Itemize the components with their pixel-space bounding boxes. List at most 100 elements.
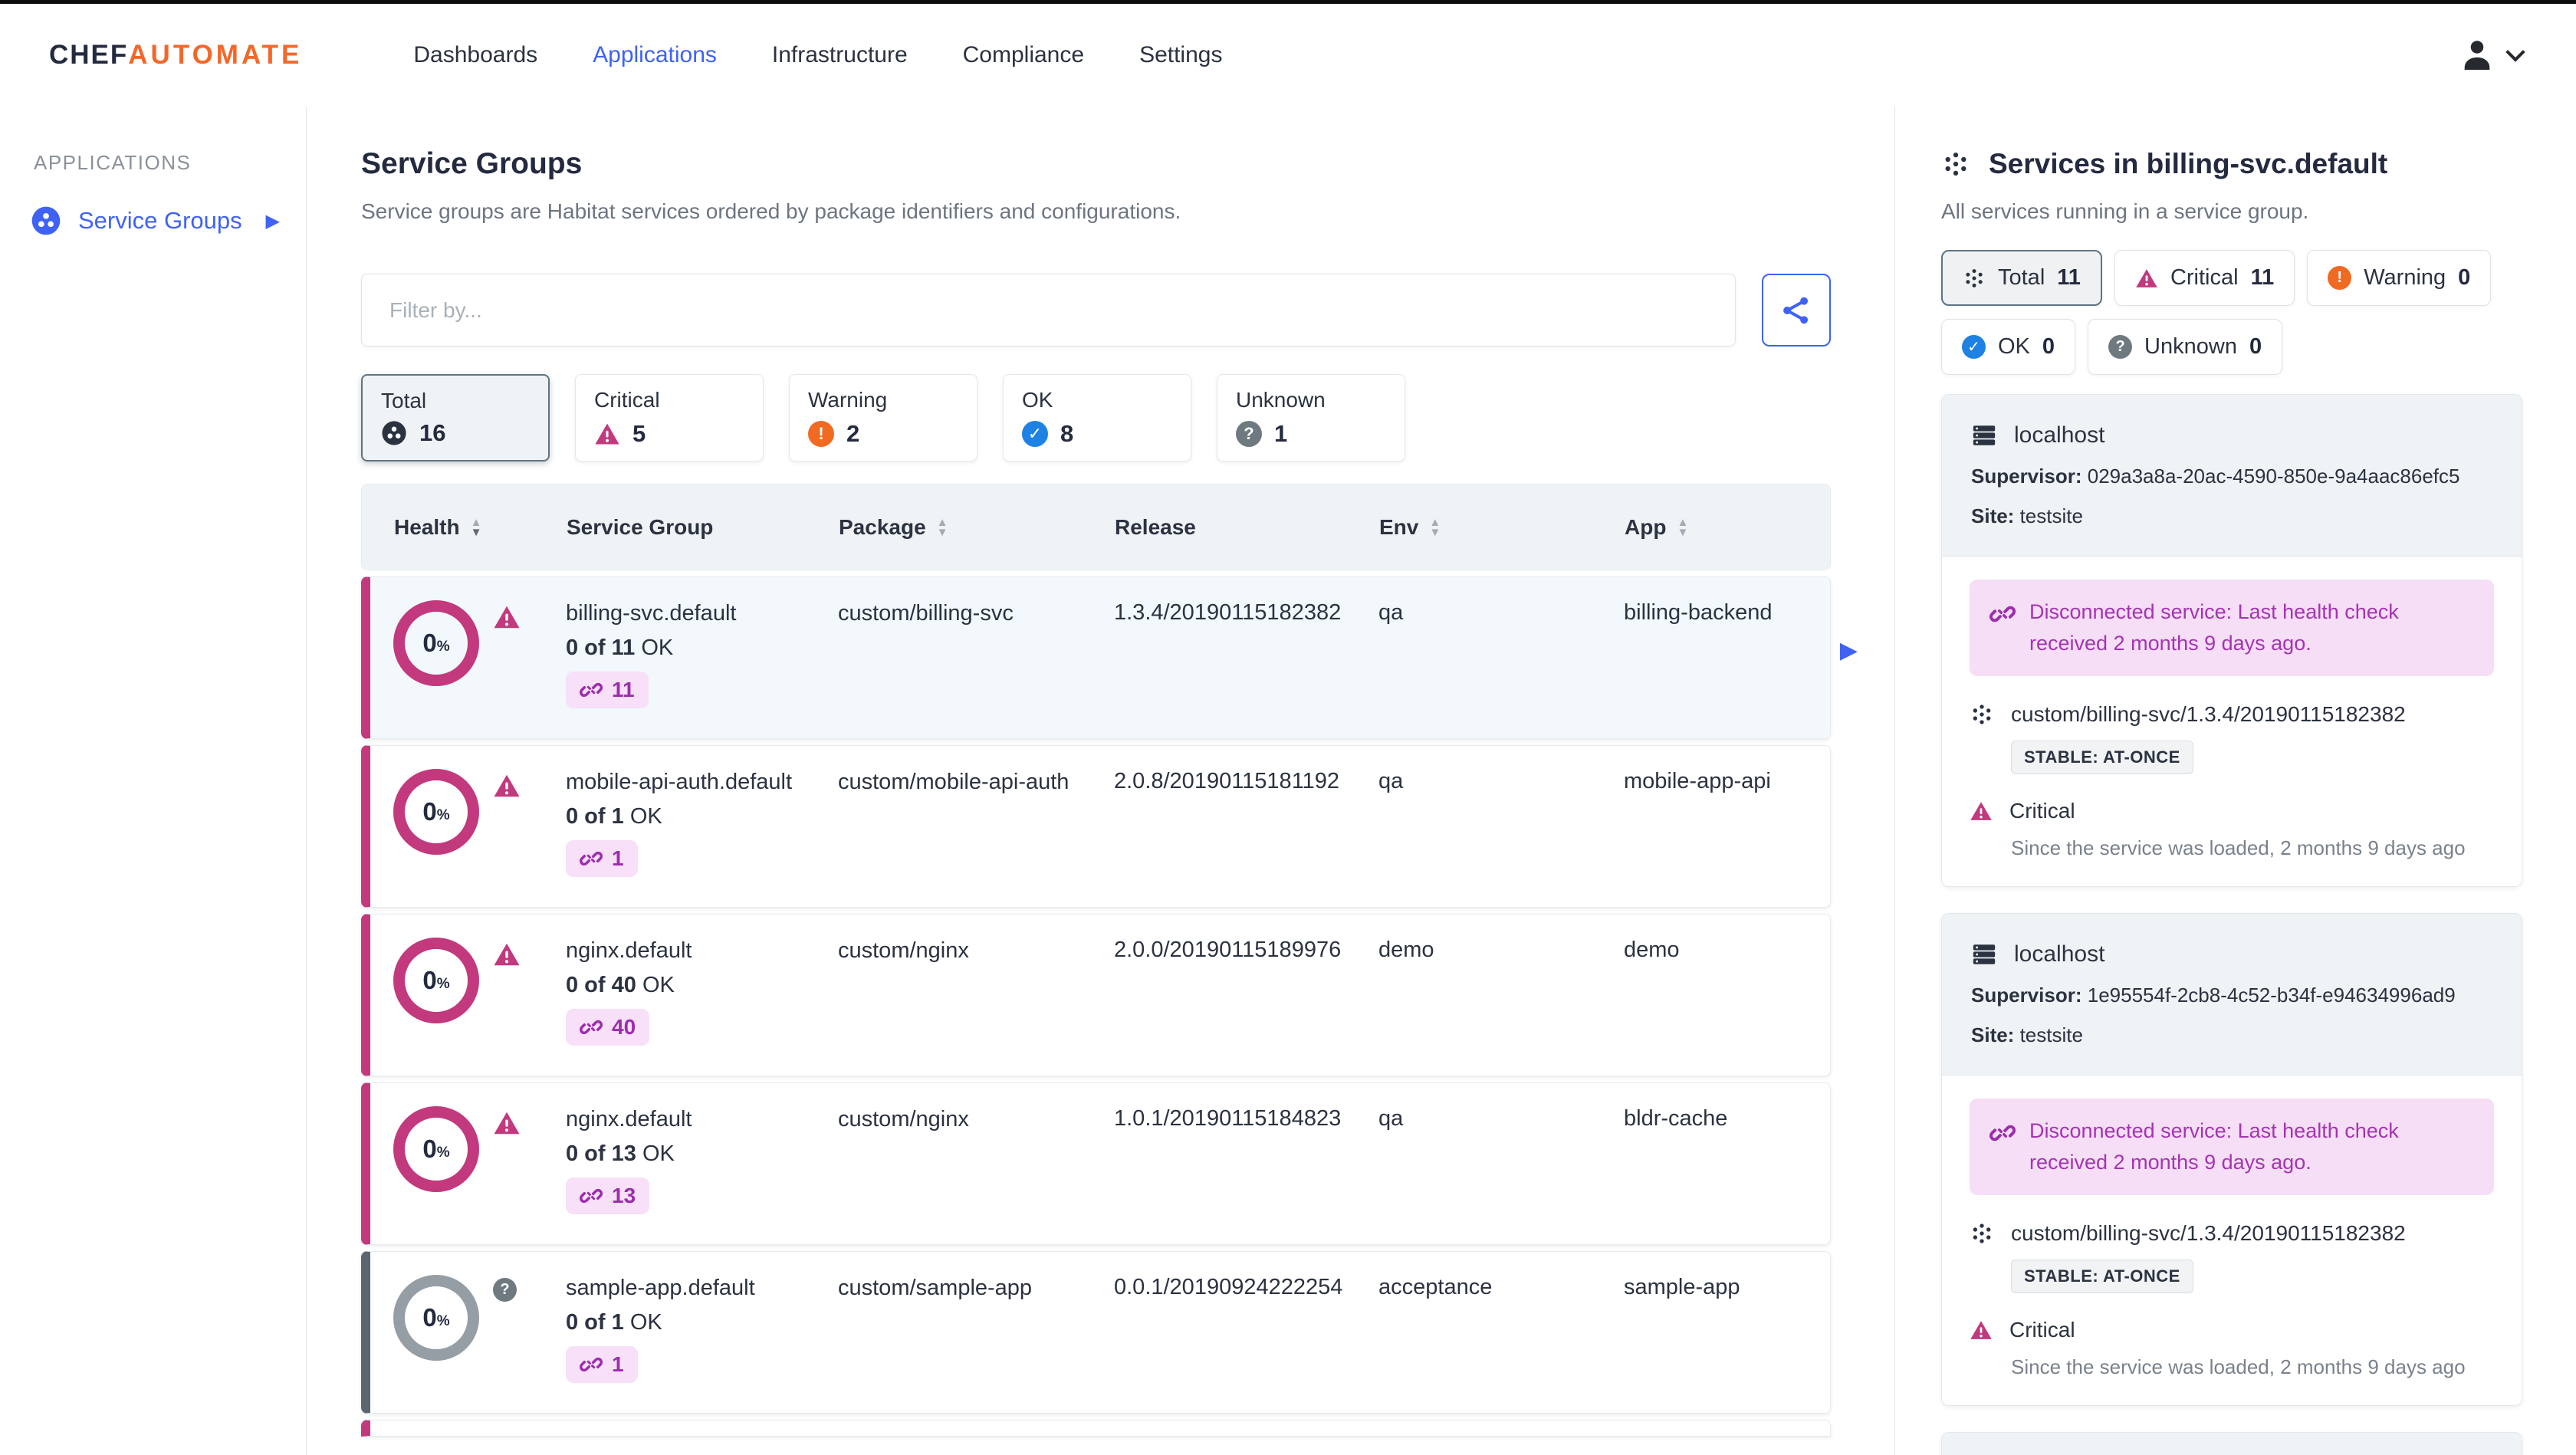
- summary-card-unknown[interactable]: Unknown ? 1: [1217, 374, 1405, 461]
- column-label: Package: [839, 514, 926, 539]
- health-donut: 0%: [393, 1275, 479, 1361]
- channel-badge: STABLE: AT-ONCE: [2011, 741, 2193, 774]
- summary-label: Critical: [594, 388, 660, 412]
- package-cell: custom/billing-svc: [838, 601, 1014, 626]
- row-expand-arrow-icon[interactable]: ▶: [1840, 637, 1858, 664]
- pill-label: Warning: [2364, 265, 2446, 290]
- column-release[interactable]: Release: [1115, 515, 1379, 540]
- summary-label: Warning: [808, 388, 888, 412]
- filter-input[interactable]: [361, 274, 1736, 347]
- sidebar: APPLICATIONS Service Groups ▶: [0, 107, 307, 1455]
- column-service-group[interactable]: Service Group: [567, 515, 839, 540]
- nav-settings[interactable]: Settings: [1139, 42, 1222, 68]
- service-card-header: localhost Supervisor: 1e95554f-2cb8-4c52…: [1942, 914, 2522, 1076]
- main-nav: Dashboards Applications Infrastructure C…: [413, 42, 1222, 68]
- share-button[interactable]: [1762, 274, 1831, 347]
- service-group-cell: sample-app.default 0 of 1 OK 1: [566, 1275, 838, 1390]
- table-row[interactable]: 0% ? sample-app.default 0 of 1 OK 1 cust…: [361, 1251, 1831, 1414]
- chef-automate-logo[interactable]: CHEF AUTOMATE: [49, 40, 302, 71]
- status-pills: Total 11 Critical 11 ! Warning 0 ✓ OK 0 …: [1941, 250, 2522, 375]
- env-cell: qa: [1378, 1106, 1404, 1131]
- health-percent-unit: %: [436, 1313, 450, 1329]
- column-env[interactable]: Env ▲ ▼: [1379, 515, 1625, 540]
- summary-count: 8: [1060, 420, 1074, 447]
- pill-label: Unknown: [2144, 334, 2237, 359]
- ok-count: 0 of 40 OK: [566, 973, 675, 997]
- broken-link-icon: [580, 1188, 603, 1204]
- release-cell: 2.0.8/20190115181192: [1114, 769, 1340, 793]
- critical-icon: [494, 943, 520, 966]
- service-card: localhost Supervisor: 1e95554f-2cb8-4c52…: [1941, 913, 2522, 1406]
- table-row[interactable]: 0% mobile-api-auth.default 0 of 1 OK 1 c…: [361, 745, 1831, 908]
- nav-dashboards[interactable]: Dashboards: [413, 42, 537, 68]
- package-cell: custom/mobile-api-auth: [838, 770, 1070, 794]
- column-package[interactable]: Package ▲ ▼: [839, 515, 1115, 540]
- summary-card-critical[interactable]: Critical 5: [575, 374, 764, 461]
- health-cell: 0%: [393, 600, 566, 715]
- column-app[interactable]: App ▲ ▼: [1625, 515, 1815, 540]
- unknown-icon: ?: [1236, 421, 1262, 447]
- server-icon: [1973, 425, 1996, 445]
- ok-count: 0 of 1 OK: [566, 804, 662, 829]
- app-cell: demo: [1624, 938, 1680, 962]
- disconnected-alert: Disconnected service: Last health check …: [1970, 1099, 2494, 1195]
- disconnected-badge[interactable]: 11: [566, 672, 649, 708]
- disconnected-badge[interactable]: 13: [566, 1177, 650, 1214]
- sort-icons: ▲ ▼: [1429, 515, 1441, 539]
- summary-card-warning[interactable]: Warning ! 2: [789, 374, 978, 461]
- package-cell: custom/nginx: [838, 938, 969, 963]
- nav-compliance[interactable]: Compliance: [963, 42, 1084, 68]
- host-name: localhost: [2014, 422, 2105, 448]
- sidebar-item-service-groups[interactable]: Service Groups ▶: [31, 205, 280, 236]
- unknown-icon: ?: [2108, 335, 2133, 359]
- column-label: Release: [1115, 514, 1196, 539]
- disconnected-badge[interactable]: 40: [566, 1009, 650, 1046]
- column-health[interactable]: Health ▲ ▼: [394, 515, 567, 540]
- unknown-icon: ?: [493, 1278, 517, 1302]
- broken-link-icon: [580, 851, 603, 866]
- app-cell: mobile-app-api: [1624, 769, 1771, 793]
- pill-count: 0: [2042, 334, 2055, 359]
- pill-warning[interactable]: ! Warning 0: [2307, 250, 2492, 306]
- health-percent-unit: %: [436, 1145, 450, 1161]
- nav-applications[interactable]: Applications: [593, 42, 717, 68]
- service-card-header: localhost Supervisor: 029a3a8a-20ac-4590…: [1942, 395, 2522, 557]
- sort-icons: ▲ ▼: [1677, 515, 1689, 539]
- table-row[interactable]: [361, 1420, 1831, 1437]
- service-group-name: nginx.default: [566, 938, 692, 963]
- pill-ok[interactable]: ✓ OK 0: [1941, 319, 2076, 375]
- env-cell: acceptance: [1378, 1275, 1493, 1299]
- pill-total[interactable]: Total 11: [1941, 250, 2102, 306]
- table-row[interactable]: 0% nginx.default 0 of 40 OK 40 custom/ng…: [361, 914, 1831, 1076]
- pill-count: 0: [2249, 334, 2262, 359]
- health-cell: 0%: [393, 769, 566, 884]
- alert-text: Disconnected service: Last health check …: [2029, 600, 2399, 655]
- ok-icon: ✓: [1022, 421, 1048, 447]
- disconnected-badge[interactable]: 1: [566, 840, 638, 877]
- user-menu[interactable]: [2459, 38, 2525, 73]
- broken-link-icon: [580, 1020, 603, 1035]
- summary-count: 5: [632, 420, 646, 447]
- service-group-cell: nginx.default 0 of 40 OK 40: [566, 938, 838, 1053]
- pill-count: 11: [2250, 265, 2275, 290]
- logo-automate: AUTOMATE: [128, 40, 303, 70]
- summary-card-total[interactable]: Total 16: [361, 374, 550, 461]
- health-status: Critical: [2009, 799, 2075, 823]
- critical-icon: [595, 423, 619, 445]
- disconnected-badge[interactable]: 1: [566, 1346, 638, 1383]
- column-label: Service Group: [567, 514, 714, 539]
- package-icon: [1973, 705, 1991, 724]
- package-identifier: custom/billing-svc/1.3.4/20190115182382: [2011, 1221, 2406, 1245]
- nav-infrastructure[interactable]: Infrastructure: [772, 42, 908, 68]
- ok-count: 0 of 13 OK: [566, 1141, 675, 1166]
- user-icon: [2464, 41, 2490, 71]
- service-card-body: Disconnected service: Last health check …: [1942, 1076, 2522, 1405]
- pill-critical[interactable]: Critical 11: [2114, 250, 2295, 306]
- pill-unknown[interactable]: ? Unknown 0: [2088, 319, 2283, 375]
- table-row[interactable]: 0% billing-svc.default 0 of 11 OK 11 cus…: [361, 576, 1831, 739]
- table-row[interactable]: 0% nginx.default 0 of 13 OK 13 custom/ng…: [361, 1082, 1831, 1245]
- broken-link-icon: [1990, 606, 2016, 622]
- summary-card-ok[interactable]: OK ✓ 8: [1003, 374, 1191, 461]
- sort-icons: ▲ ▼: [470, 515, 482, 539]
- health-percent: 0: [422, 966, 437, 994]
